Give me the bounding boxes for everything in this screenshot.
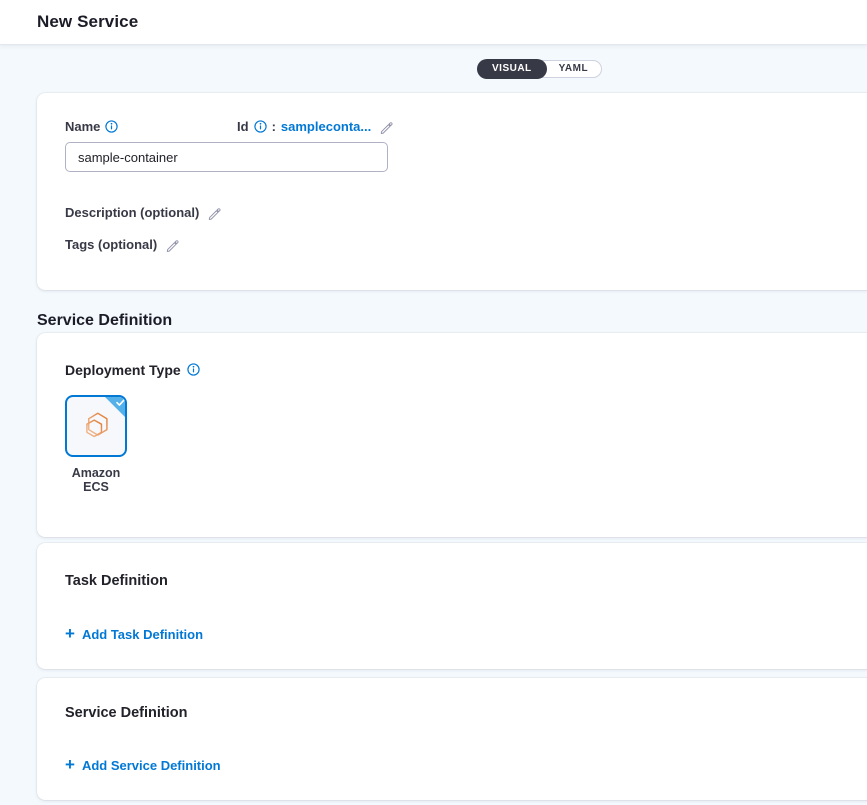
info-icon[interactable] (105, 120, 118, 133)
add-service-definition-button[interactable]: + Add Service Definition (65, 757, 221, 773)
plus-icon: + (65, 758, 75, 772)
deployment-type-title-row: Deployment Type (65, 362, 849, 377)
edit-tags-pencil-icon[interactable] (165, 238, 179, 252)
tags-label-text: Tags (optional) (65, 237, 157, 252)
task-definition-title: Task Definition (65, 573, 849, 589)
name-id-row: Name Id : sampleconta... (65, 119, 849, 134)
add-task-definition-label: Add Task Definition (82, 627, 203, 642)
info-icon[interactable] (187, 363, 200, 376)
check-icon (115, 397, 126, 408)
edit-id-pencil-icon[interactable] (379, 120, 393, 134)
deployment-type-card: Deployment Type (37, 333, 867, 537)
id-separator: : (272, 119, 276, 134)
edit-description-pencil-icon[interactable] (207, 206, 221, 220)
add-task-definition-button[interactable]: + Add Task Definition (65, 626, 203, 642)
description-label: Description (optional) (65, 205, 221, 220)
deployment-option-amazon-ecs: Amazon ECS (65, 395, 127, 494)
toggle-row: VISUAL YAML (0, 45, 867, 93)
amazon-ecs-label-line1: Amazon (65, 466, 127, 480)
name-label-wrap: Name (65, 118, 237, 136)
deployment-type-title: Deployment Type (65, 362, 181, 378)
page-header: New Service (0, 0, 867, 45)
id-label: Id (237, 119, 249, 134)
toggle-visual[interactable]: VISUAL (477, 59, 547, 79)
description-label-text: Description (optional) (65, 205, 199, 220)
service-definition-section-title: Service Definition (37, 312, 867, 329)
service-about-card: Name Id : sampleconta... (37, 93, 867, 290)
service-name-input[interactable] (65, 142, 388, 172)
id-row: Id : sampleconta... (237, 119, 393, 134)
info-icon[interactable] (254, 120, 267, 133)
amazon-ecs-label: Amazon ECS (65, 466, 127, 494)
description-row: Description (optional) (65, 204, 849, 219)
id-value-link[interactable]: sampleconta... (281, 119, 371, 134)
bottom-strip (0, 800, 867, 805)
amazon-ecs-label-line2: ECS (65, 480, 127, 494)
plus-icon: + (65, 627, 75, 641)
tags-row: Tags (optional) (65, 236, 849, 251)
tags-label: Tags (optional) (65, 237, 179, 252)
task-definition-card: Task Definition + Add Task Definition (37, 543, 867, 669)
add-service-definition-label: Add Service Definition (82, 758, 221, 773)
visual-yaml-toggle: VISUAL YAML (477, 60, 602, 78)
service-definition-title: Service Definition (65, 705, 849, 721)
name-label-text: Name (65, 119, 100, 134)
toggle-yaml[interactable]: YAML (546, 60, 601, 78)
amazon-ecs-tile[interactable] (65, 395, 127, 457)
page-title: New Service (37, 12, 138, 32)
amazon-ecs-icon (76, 406, 116, 446)
name-label: Name (65, 119, 118, 134)
service-definition-card: Service Definition + Add Service Definit… (37, 678, 867, 800)
